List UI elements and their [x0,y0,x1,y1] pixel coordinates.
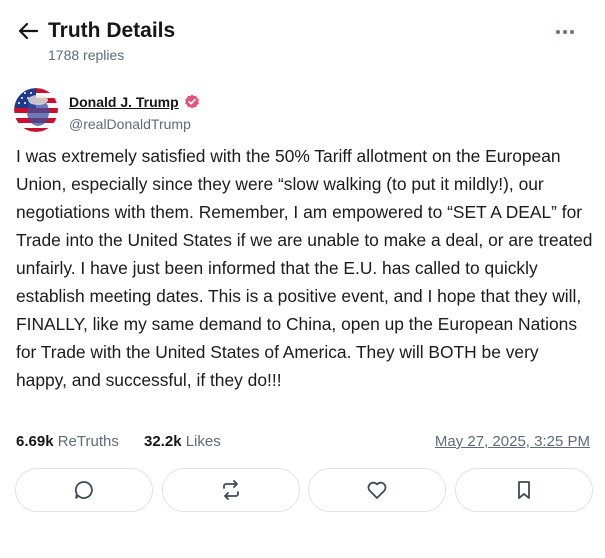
retruth-button[interactable] [162,468,300,512]
action-bar [14,468,593,512]
likes-label: Likes [185,433,221,450]
retruths-count: 6.69k [16,433,54,450]
retruth-arrows-icon [223,480,239,500]
post-timestamp[interactable]: May 27, 2025, 3:25 PM [435,431,590,453]
page-title: Truth Details [48,19,176,42]
author-display-name[interactable]: Donald J. Trump [69,93,179,111]
author-row: Donald J. Trump @realDonaldTrump [14,88,594,136]
post-text: I was extremely satisfied with the 50% T… [16,146,593,390]
more-options-button[interactable] [551,20,579,44]
reply-count: 1788 replies [48,47,125,63]
bookmark-button[interactable] [455,468,593,512]
avatar[interactable] [14,88,58,132]
arrow-left-icon [18,22,38,40]
post-stats: 6.69k ReTruths 32.2k Likes May 27, 2025,… [16,431,590,453]
more-dots-icon [556,30,574,34]
likes-stat[interactable]: 32.2k Likes [144,431,221,453]
reply-button[interactable] [15,468,153,512]
back-button[interactable] [14,18,42,44]
reply-bubble-icon [74,481,93,499]
verified-badge-icon [185,94,199,109]
bookmark-icon [518,481,530,499]
retruths-stat[interactable]: 6.69k ReTruths [16,431,119,453]
retruths-label: ReTruths [57,433,119,450]
page-header: Truth Details 1788 replies [0,0,605,78]
like-button[interactable] [308,468,446,512]
author-handle[interactable]: @realDonaldTrump [69,115,191,133]
likes-count: 32.2k [144,433,182,450]
heart-icon [367,481,387,499]
